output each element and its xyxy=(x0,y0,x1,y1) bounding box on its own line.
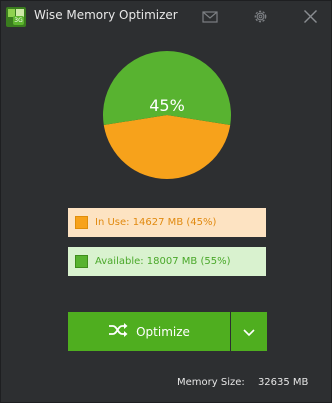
available-swatch xyxy=(75,255,88,268)
mail-icon[interactable] xyxy=(202,9,218,28)
memory-pie-chart xyxy=(103,51,231,179)
memory-size-footer: Memory Size: 32635 MB xyxy=(177,377,308,388)
memory-size-value: 32635 MB xyxy=(257,377,309,388)
pie-slice-in-use xyxy=(103,115,231,179)
legend-in-use-label: In Use: 14627 MB (45%) xyxy=(95,217,217,228)
optimize-button-label: Optimize xyxy=(136,324,190,339)
chevron-down-icon xyxy=(243,322,255,341)
shuffle-icon xyxy=(108,322,128,342)
legend-available: Available: 18007 MB (55%) xyxy=(68,247,266,276)
app-logo-text: 3G xyxy=(13,16,24,25)
in-use-swatch xyxy=(75,216,88,229)
title-bar: 3G Wise Memory Optimizer xyxy=(1,1,332,33)
app-title: Wise Memory Optimizer xyxy=(34,8,178,22)
app-window: 3G Wise Memory Optimizer 45% In Use: 146… xyxy=(0,0,332,403)
legend-in-use: In Use: 14627 MB (45%) xyxy=(68,208,266,237)
optimize-button[interactable]: Optimize xyxy=(68,312,230,351)
optimize-dropdown-button[interactable] xyxy=(231,312,267,351)
app-logo: 3G xyxy=(6,7,26,27)
gear-icon[interactable] xyxy=(252,8,269,29)
pie-slice-available xyxy=(103,51,231,126)
close-icon[interactable] xyxy=(303,9,318,28)
legend-available-label: Available: 18007 MB (55%) xyxy=(95,256,231,267)
memory-size-label: Memory Size: xyxy=(177,377,245,388)
